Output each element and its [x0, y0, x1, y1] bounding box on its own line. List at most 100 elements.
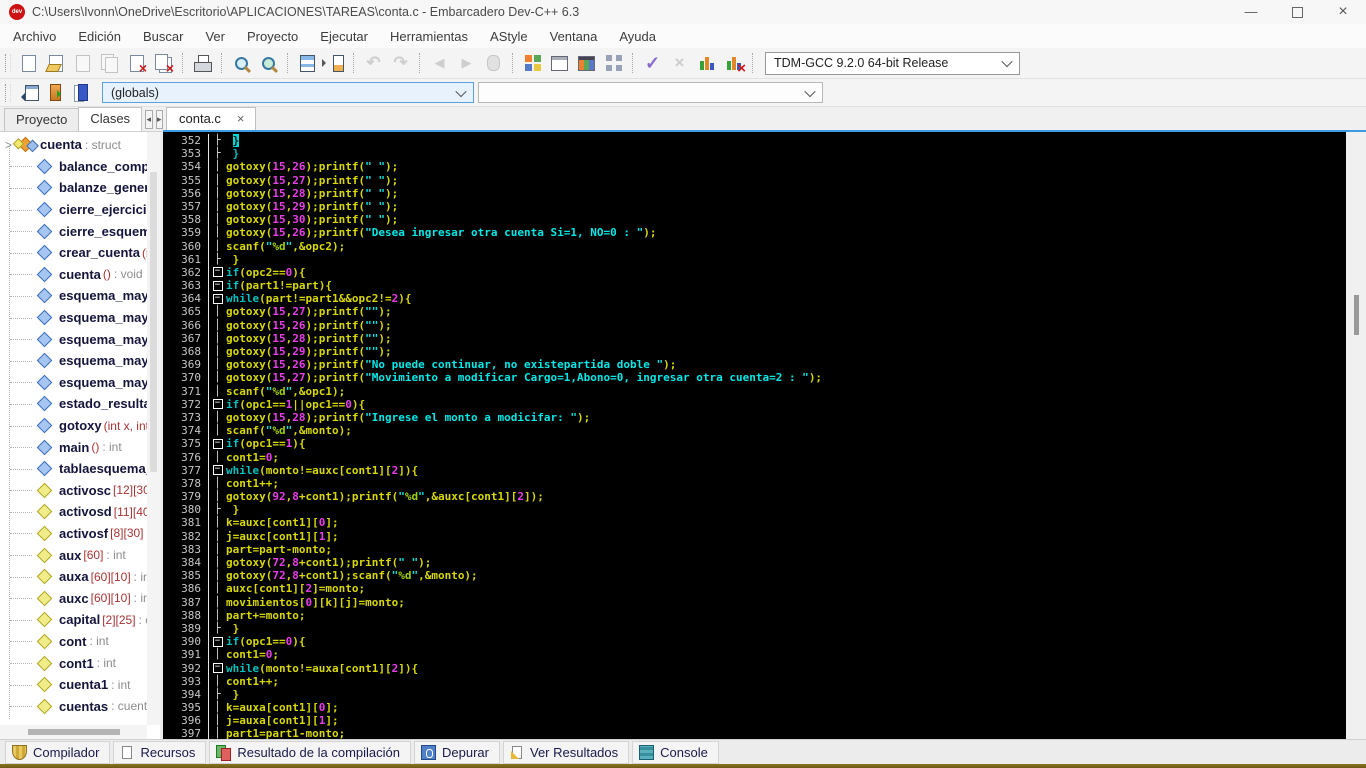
fold-minus-icon[interactable]: −: [212, 636, 223, 647]
code-line-367[interactable]: 367 │ gotoxy(15,28);printf("");: [163, 331, 1346, 345]
code-line-358[interactable]: 358 │ gotoxy(15,30);printf(" ");: [163, 213, 1346, 227]
code-line-384[interactable]: 384 │ gotoxy(72,8+cont1);printf(" ");: [163, 556, 1346, 570]
print-button[interactable]: [189, 51, 216, 75]
code-line-396[interactable]: 396 │ j=auxa[cont1][1];: [163, 714, 1346, 728]
code-line-394[interactable]: 394 ├ }: [163, 687, 1346, 702]
save-button[interactable]: [69, 51, 96, 75]
tree-item-activosf-18[interactable]: activosf[8][30]:: [0, 523, 147, 545]
code-line-389[interactable]: 389 ├ }: [163, 621, 1346, 636]
tree-item-cierre_esquema-4[interactable]: cierre_esquema: [0, 220, 147, 242]
code-line-391[interactable]: 391 │ cont1=0;: [163, 648, 1346, 662]
code-line-364[interactable]: 364− while(part!=part1&&opc2!=2){: [163, 292, 1346, 306]
code-line-393[interactable]: 393 │ cont1++;: [163, 674, 1346, 688]
code-line-356[interactable]: 356 │ gotoxy(15,28);printf(" ");: [163, 186, 1346, 200]
project-window-button[interactable]: [546, 51, 573, 75]
scrollbar-thumb[interactable]: [150, 172, 157, 472]
window-layout-button[interactable]: [600, 51, 627, 75]
code-line-354[interactable]: 354 │ gotoxy(15,26);printf(" ");: [163, 160, 1346, 174]
fold-minus-icon[interactable]: −: [212, 267, 223, 278]
code-line-360[interactable]: 360 │ scanf("%d",&opc2);: [163, 239, 1346, 253]
menu-item-ejecutar[interactable]: Ejecutar: [309, 24, 379, 48]
close-all-button[interactable]: [150, 51, 177, 75]
member-select[interactable]: [478, 82, 823, 103]
debug-watch-button[interactable]: [480, 51, 507, 75]
code-line-361[interactable]: 361 ├ }: [163, 252, 1346, 266]
fold-minus-icon[interactable]: −: [212, 438, 223, 449]
redo-button[interactable]: [387, 51, 414, 75]
tree-item-balanze_genera-2[interactable]: balanze_genera: [0, 177, 147, 199]
tab-scroll-left-button[interactable]: ◂: [145, 110, 153, 129]
split-view-button[interactable]: [294, 51, 321, 75]
minimize-button[interactable]: —: [1228, 0, 1274, 24]
replace-button[interactable]: [255, 51, 282, 75]
fold-minus-icon[interactable]: −: [212, 293, 223, 304]
fold-minus-icon[interactable]: −: [212, 280, 223, 291]
tree-item-tablaesquema_-15[interactable]: tablaesquema_: [0, 458, 147, 480]
tree-item-balance_compr-1[interactable]: balance_compr: [0, 156, 147, 178]
fold-collapse-icon[interactable]: −: [209, 635, 226, 648]
new-project-button[interactable]: [519, 51, 546, 75]
code-line-376[interactable]: 376 │ cont1=0;: [163, 450, 1346, 464]
open-file-button[interactable]: [42, 51, 69, 75]
code-line-368[interactable]: 368 │ gotoxy(15,29);printf("");: [163, 345, 1346, 359]
close-button[interactable]: ×: [1320, 0, 1366, 24]
fold-minus-icon[interactable]: −: [212, 465, 223, 476]
fold-minus-icon[interactable]: −: [212, 399, 223, 410]
close-file-button[interactable]: [123, 51, 150, 75]
find-button[interactable]: [228, 51, 255, 75]
code-line-383[interactable]: 383 │ part=part-monto;: [163, 542, 1346, 556]
code-line-371[interactable]: 371 │ scanf("%d",&opc1);: [163, 384, 1346, 398]
forward-button[interactable]: [453, 51, 480, 75]
code-line-375[interactable]: 375− if(opc1==1){: [163, 437, 1346, 451]
syntax-check-button[interactable]: [639, 51, 666, 75]
tree-item-esquema_mayo-9[interactable]: esquema_mayo: [0, 328, 147, 350]
code-line-397[interactable]: 397 │ part1=part1-monto;: [163, 727, 1346, 739]
code-line-392[interactable]: 392− while(monto!=auxa[cont1][2]){: [163, 661, 1346, 675]
code-line-359[interactable]: 359 │ gotoxy(15,26);printf("Desea ingresar…: [163, 226, 1346, 240]
fold-collapse-icon[interactable]: −: [209, 662, 226, 675]
tree-item-esquema_mayo-11[interactable]: esquema_mayo: [0, 372, 147, 394]
tree-item-crear_cuenta-5[interactable]: crear_cuenta(in: [0, 242, 147, 264]
delete-profiling-button[interactable]: [720, 51, 747, 75]
menu-item-ventana[interactable]: Ventana: [539, 24, 609, 48]
code-line-366[interactable]: 366 │ gotoxy(15,26);printf("");: [163, 318, 1346, 332]
tree-item-gotoxy-13[interactable]: gotoxy(int x, int y): [0, 415, 147, 437]
tree-item-cont1-24[interactable]: cont1: int: [0, 652, 147, 674]
code-line-355[interactable]: 355 │ gotoxy(15,27);printf(" ");: [163, 173, 1346, 187]
report-tab-ver-resultados[interactable]: Ver Resultados: [502, 740, 630, 764]
tree-item-cuentas-26[interactable]: cuentas: cuenta: [0, 695, 147, 717]
tree-item-cuenta1-25[interactable]: cuenta1: int: [0, 674, 147, 696]
menu-item-buscar[interactable]: Buscar: [132, 24, 194, 48]
tree-item-estado_resulta-12[interactable]: estado_resulta: [0, 393, 147, 415]
sidebar-horizontal-scrollbar[interactable]: [0, 725, 147, 739]
tree-item-auxa-20[interactable]: auxa[60][10]: int: [0, 566, 147, 588]
report-tab-depurar[interactable]: Depurar: [414, 740, 500, 764]
tree-item-auxc-21[interactable]: auxc[60][10]: int: [0, 587, 147, 609]
menu-item-ver[interactable]: Ver: [194, 24, 236, 48]
code-editor[interactable]: 352 ├ } 353 ├ } 354 │ gotoxy(15,26);printf(" "…: [163, 132, 1366, 739]
tree-item-cierre_ejercicio-3[interactable]: cierre_ejercicio: [0, 199, 147, 221]
report-tab-resultado-de-la-compilación[interactable]: Resultado de la compilación: [209, 740, 412, 764]
goto-implementation-button[interactable]: [42, 81, 69, 105]
code-line-395[interactable]: 395 │ k=auxa[cont1][0];: [163, 701, 1346, 715]
code-line-387[interactable]: 387 │ movimientos[0][k][j]=monto;: [163, 595, 1346, 609]
maximize-button[interactable]: [1274, 0, 1320, 24]
project-options-button[interactable]: [573, 51, 600, 75]
globals-select[interactable]: (globals): [102, 82, 474, 103]
tree-item-activosd-17[interactable]: activosd[11][40]: [0, 501, 147, 523]
tab-scroll-right-button[interactable]: ▸: [155, 110, 163, 129]
tree-item-capital-22[interactable]: capital[2][25]: ch: [0, 609, 147, 631]
fold-collapse-icon[interactable]: −: [209, 398, 226, 411]
profile-analysis-button[interactable]: [693, 51, 720, 75]
menu-item-archivo[interactable]: Archivo: [2, 24, 67, 48]
code-line-381[interactable]: 381 │ k=auxc[cont1][0];: [163, 516, 1346, 530]
menu-item-astyle[interactable]: AStyle: [479, 24, 539, 48]
code-line-374[interactable]: 374 │ scanf("%d",&monto);: [163, 424, 1346, 438]
fold-collapse-icon[interactable]: −: [209, 437, 226, 450]
tree-item-esquema_mayo-8[interactable]: esquema_mayo: [0, 307, 147, 329]
compiler-select[interactable]: TDM-GCC 9.2.0 64-bit Release: [765, 51, 1020, 75]
scrollbar-thumb[interactable]: [28, 729, 120, 735]
tree-item-main-14[interactable]: main(): int: [0, 436, 147, 458]
fold-collapse-icon[interactable]: −: [209, 279, 226, 292]
tree-item-activosc-16[interactable]: activosc[12][30]: [0, 480, 147, 502]
